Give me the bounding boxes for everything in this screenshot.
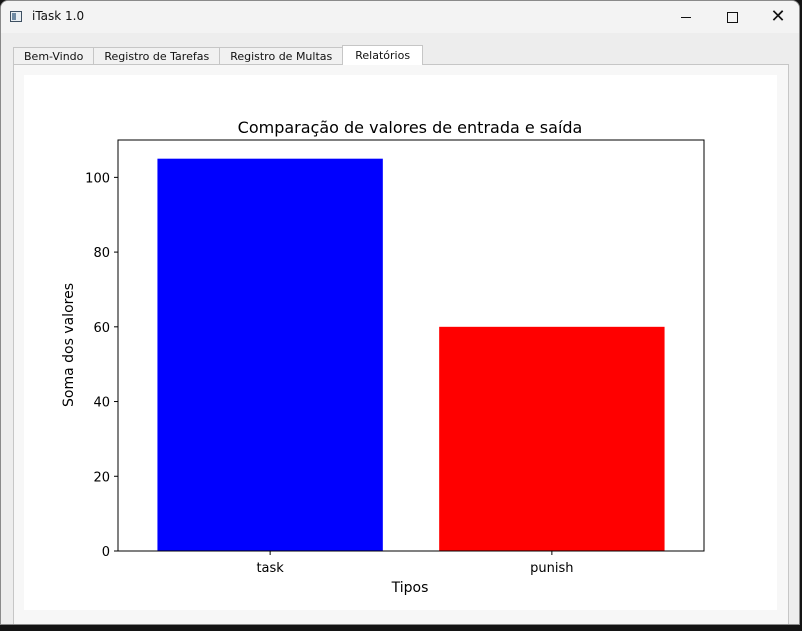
maximize-button[interactable] <box>709 1 755 33</box>
bar-punish <box>439 326 665 551</box>
bar-chart: Comparação de valores de entrada e saída… <box>61 118 705 596</box>
bar-task <box>157 158 383 551</box>
x-tick-label: task <box>256 561 284 576</box>
window-title: iTask 1.0 <box>32 9 85 23</box>
reports-tab-pane: Comparação de valores de entrada e saída… <box>13 64 789 624</box>
window-content: Bem-Vindo Registro de Tarefas Registro d… <box>1 33 799 624</box>
minimize-icon <box>681 16 691 18</box>
close-icon: ✕ <box>770 6 786 27</box>
y-tick-label: 60 <box>93 321 110 336</box>
chart-canvas: Comparação de valores de entrada e saída… <box>24 75 777 610</box>
maximize-icon <box>726 11 738 23</box>
y-tick-label: 100 <box>85 171 110 186</box>
tab-registro-multas[interactable]: Registro de Multas <box>219 47 344 65</box>
title-bar[interactable]: iTask 1.0 ✕ <box>1 1 799 34</box>
minimize-button[interactable] <box>663 1 709 33</box>
app-window-icon <box>10 11 22 22</box>
x-axis-label: Tipos <box>391 580 429 596</box>
app-window: iTask 1.0 ✕ Bem-Vindo Registro de Tarefa… <box>0 0 800 625</box>
tab-relatorios[interactable]: Relatórios <box>342 45 424 65</box>
y-tick-label: 0 <box>102 545 110 560</box>
tab-bar: Bem-Vindo Registro de Tarefas Registro d… <box>13 45 424 65</box>
y-tick-label: 40 <box>93 396 110 411</box>
tab-bem-vindo[interactable]: Bem-Vindo <box>13 47 95 65</box>
chart-title: Comparação de valores de entrada e saída <box>238 118 583 137</box>
close-button[interactable]: ✕ <box>755 1 799 33</box>
y-tick-label: 80 <box>93 246 110 261</box>
y-axis-label: Soma dos valores <box>61 283 77 407</box>
y-tick-label: 20 <box>93 470 110 485</box>
tab-registro-tarefas[interactable]: Registro de Tarefas <box>93 47 221 65</box>
x-tick-label: punish <box>530 561 573 576</box>
